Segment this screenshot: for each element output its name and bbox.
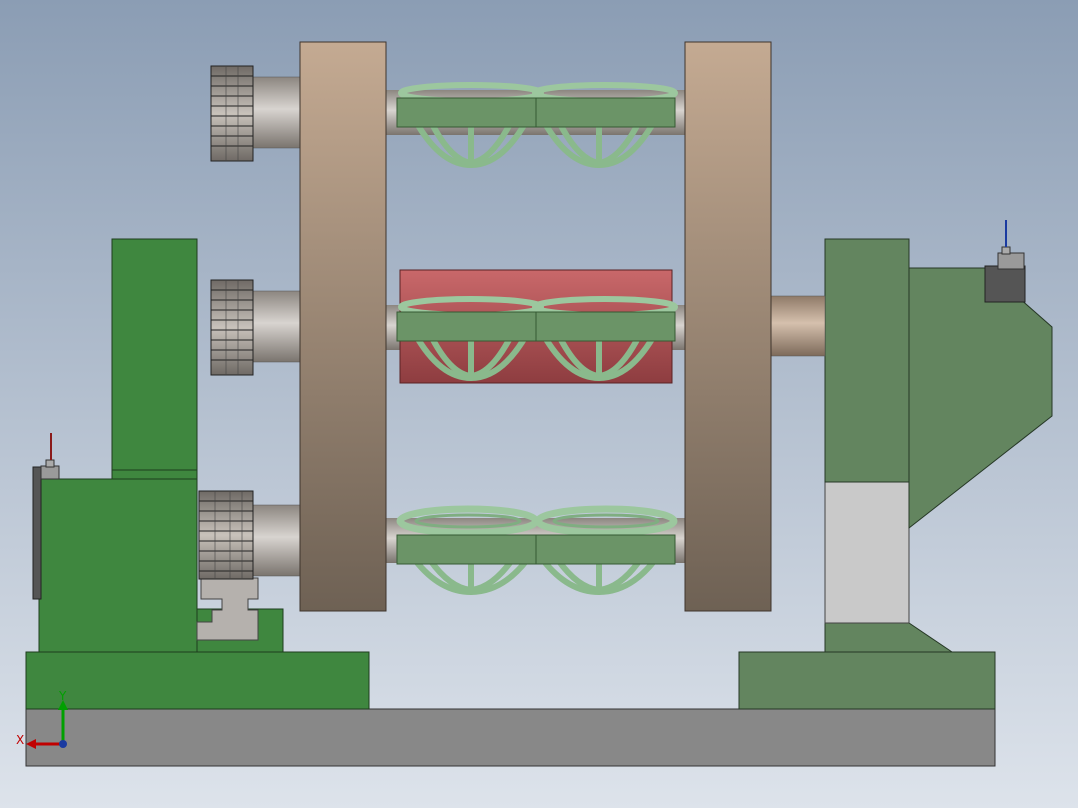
cad-drawing: Y X	[0, 0, 1078, 808]
cad-viewport[interactable]: Y X	[0, 0, 1078, 808]
gear-middle[interactable]	[210, 279, 254, 376]
z-axis-dot	[59, 740, 67, 748]
base-plate[interactable]	[25, 708, 996, 767]
x-axis-label: X	[16, 733, 24, 747]
left-disc[interactable]	[299, 41, 387, 612]
gear-bottom[interactable]	[198, 490, 254, 580]
gear-top[interactable]	[210, 65, 254, 162]
y-axis-label: Y	[58, 689, 67, 703]
right-disc[interactable]	[684, 41, 772, 612]
